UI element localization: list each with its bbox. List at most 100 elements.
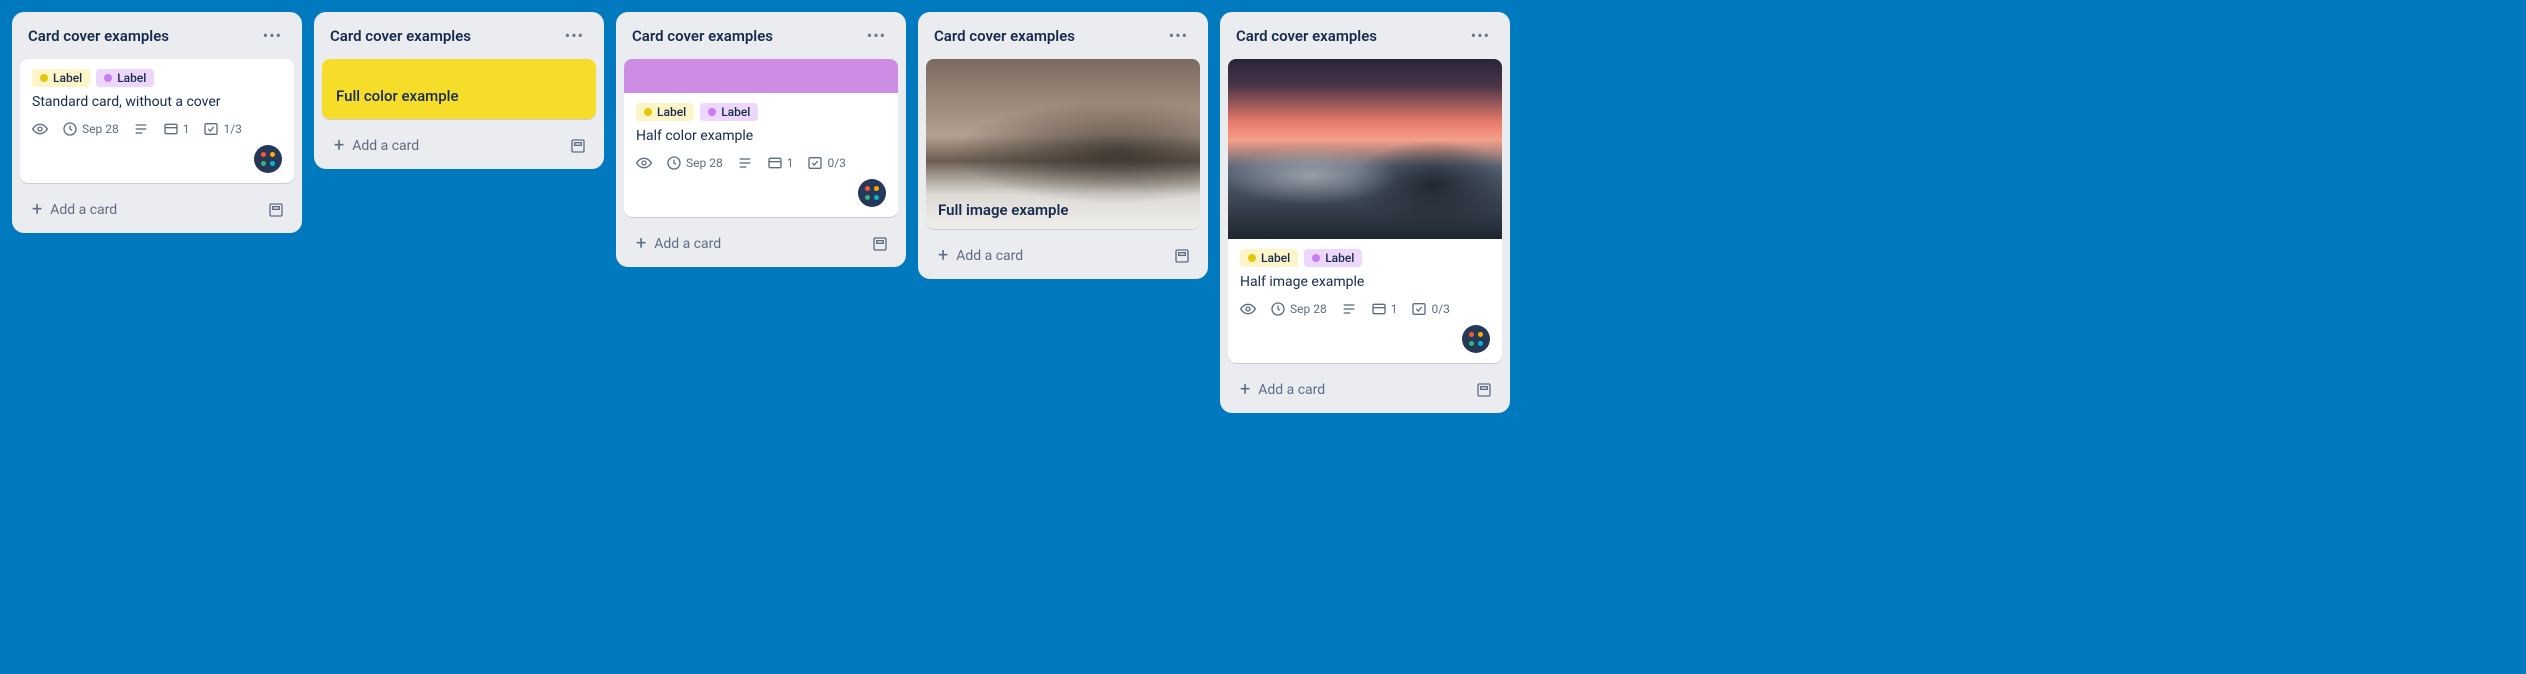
list-title[interactable]: Card cover examples: [28, 27, 169, 45]
due-badge: Sep 28: [1270, 301, 1327, 317]
card[interactable]: Full color example: [322, 59, 596, 119]
checklist-badge: 0/3: [807, 155, 845, 171]
avatar[interactable]: [254, 145, 282, 173]
plus-icon: +: [32, 201, 42, 219]
description-icon: [1341, 301, 1357, 317]
checklist-badge: 0/3: [1411, 301, 1449, 317]
label-dot-icon: [40, 74, 48, 82]
list-footer: + Add a card: [20, 191, 294, 225]
card-label[interactable]: Label: [636, 103, 694, 121]
label-text: Label: [657, 105, 686, 119]
label-text: Label: [117, 71, 146, 85]
board: Card cover examples ••• Label Label Standa…: [12, 12, 2514, 413]
plus-icon: +: [334, 137, 344, 155]
card-badges: Sep 28 1 0/3: [1228, 301, 1502, 325]
list-header: Card cover examples •••: [322, 20, 596, 51]
card-members: [624, 179, 898, 217]
card[interactable]: Label Label Standard card, without a cover…: [20, 59, 294, 183]
label-text: Label: [1261, 251, 1290, 265]
card-title: Standard card, without a cover: [20, 87, 294, 121]
checklist-badge: 1/3: [203, 121, 241, 137]
list-title[interactable]: Card cover examples: [632, 27, 773, 45]
add-card-label: Add a card: [956, 248, 1023, 264]
add-card-label: Add a card: [50, 202, 117, 218]
plus-icon: +: [636, 235, 646, 253]
card-label[interactable]: Label: [1304, 249, 1362, 267]
add-card-button[interactable]: + Add a card: [630, 231, 868, 257]
card-label[interactable]: Label: [96, 69, 154, 87]
due-badge: Sep 28: [666, 155, 723, 171]
due-text: Sep 28: [1290, 302, 1327, 316]
card-members: [1228, 325, 1502, 363]
attachment-count: 1: [1391, 302, 1398, 316]
watch-icon: [32, 121, 48, 137]
attachment-badge: 1: [1371, 301, 1398, 317]
card[interactable]: Label Label Half color exampleSep 28 1 0/3: [624, 59, 898, 217]
add-card-button[interactable]: + Add a card: [932, 243, 1170, 269]
card-cover-half-image: [1228, 59, 1502, 239]
attachment-count: 1: [183, 122, 190, 136]
card-title: Half color example: [624, 121, 898, 155]
watch-icon: [636, 155, 652, 171]
add-card-button[interactable]: + Add a card: [26, 197, 264, 223]
list: Card cover examples ••• Label Label Standa…: [12, 12, 302, 233]
list-menu-button[interactable]: •••: [259, 24, 286, 47]
card[interactable]: Label Label Half image exampleSep 28 1 0/3: [1228, 59, 1502, 363]
list: Card cover examples ••• Full image examp…: [918, 12, 1208, 279]
checklist-count: 0/3: [1431, 302, 1449, 316]
label-dot-icon: [104, 74, 112, 82]
list-footer: + Add a card: [1228, 371, 1502, 405]
attachment-badge: 1: [767, 155, 794, 171]
description-icon: [737, 155, 753, 171]
list-header: Card cover examples •••: [624, 20, 898, 51]
add-card-label: Add a card: [1258, 382, 1325, 398]
card-cover-full-color: Full color example: [322, 59, 596, 119]
card[interactable]: Full image example: [926, 59, 1200, 229]
card-members: [20, 145, 294, 183]
list-title[interactable]: Card cover examples: [934, 27, 1075, 45]
list-menu-button[interactable]: •••: [863, 24, 890, 47]
card-label[interactable]: Label: [32, 69, 90, 87]
card-badges: Sep 28 1 1/3: [20, 121, 294, 145]
card-template-button[interactable]: [1170, 244, 1194, 268]
due-text: Sep 28: [82, 122, 119, 136]
card-template-button[interactable]: [868, 232, 892, 256]
card-label[interactable]: Label: [700, 103, 758, 121]
avatar[interactable]: [858, 179, 886, 207]
card-labels: Label Label: [1228, 239, 1502, 267]
label-text: Label: [53, 71, 82, 85]
add-card-button[interactable]: + Add a card: [328, 133, 566, 159]
list-title[interactable]: Card cover examples: [330, 27, 471, 45]
card-template-button[interactable]: [566, 134, 590, 158]
list-menu-button[interactable]: •••: [1467, 24, 1494, 47]
list: Card cover examples ••• Label Label Half c…: [616, 12, 906, 267]
plus-icon: +: [938, 247, 948, 265]
plus-icon: +: [1240, 381, 1250, 399]
list: Card cover examples ••• Label Label Half i…: [1220, 12, 1510, 413]
label-dot-icon: [644, 108, 652, 116]
list-title[interactable]: Card cover examples: [1236, 27, 1377, 45]
card-template-button[interactable]: [1472, 378, 1496, 402]
label-text: Label: [1325, 251, 1354, 265]
description-icon: [133, 121, 149, 137]
add-card-button[interactable]: + Add a card: [1234, 377, 1472, 403]
list-menu-button[interactable]: •••: [561, 24, 588, 47]
list-footer: + Add a card: [322, 127, 596, 161]
attachment-badge: 1: [163, 121, 190, 137]
due-text: Sep 28: [686, 156, 723, 170]
card-title: Full image example: [938, 201, 1068, 219]
checklist-count: 1/3: [223, 122, 241, 136]
card-badges: Sep 28 1 0/3: [624, 155, 898, 179]
card-title: Half image example: [1228, 267, 1502, 301]
list-footer: + Add a card: [624, 225, 898, 259]
attachment-count: 1: [787, 156, 794, 170]
add-card-label: Add a card: [352, 138, 419, 154]
card-cover-full-image: Full image example: [926, 59, 1200, 229]
add-card-label: Add a card: [654, 236, 721, 252]
card-label[interactable]: Label: [1240, 249, 1298, 267]
list: Card cover examples ••• Full color examp…: [314, 12, 604, 169]
card-template-button[interactable]: [264, 198, 288, 222]
label-text: Label: [721, 105, 750, 119]
avatar[interactable]: [1462, 325, 1490, 353]
list-menu-button[interactable]: •••: [1165, 24, 1192, 47]
